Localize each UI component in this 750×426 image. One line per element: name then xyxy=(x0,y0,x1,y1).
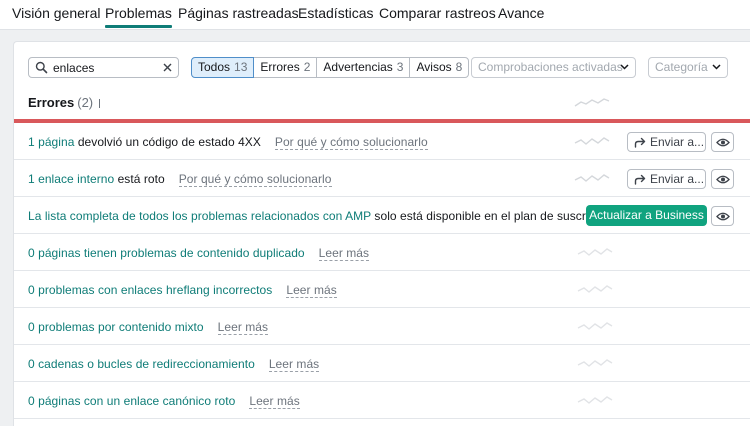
issue-text: 1 enlace interno está roto Por qué y cómo… xyxy=(28,172,332,187)
filter-count: 13 xyxy=(234,60,248,74)
issue-row: 0 cadenas o bucles de redireccionamiento… xyxy=(14,345,750,382)
issue-description: está roto xyxy=(114,172,165,186)
category-dropdown[interactable]: Categoría xyxy=(648,57,728,78)
share-arrow-icon xyxy=(634,174,646,185)
section-title: Errores xyxy=(28,95,75,110)
issue-description: devolvió un código de estado 4XX xyxy=(74,135,261,149)
issue-text: La lista completa de todos los problemas… xyxy=(28,209,614,223)
read-more-link[interactable]: Leer más xyxy=(217,320,269,335)
trend-sparkline-icon xyxy=(577,285,613,293)
issue-text: 1 página devolvió un código de estado 4X… xyxy=(28,135,428,150)
chevron-down-icon xyxy=(620,64,629,70)
eye-icon xyxy=(716,138,730,147)
issue-link[interactable]: 1 página xyxy=(28,135,74,149)
read-more-link[interactable]: Leer más xyxy=(286,283,337,298)
search-icon xyxy=(35,61,48,74)
why-link[interactable]: Por qué y cómo solucionarlo xyxy=(178,172,332,187)
filter-errores[interactable]: Errores 2 xyxy=(253,57,318,78)
issues-panel: Todos13 Errores2 Advertencias3 Avisos8 C… xyxy=(13,41,750,426)
send-label: Enviar a... xyxy=(650,135,705,149)
issue-link[interactable]: La lista completa de todos los problemas… xyxy=(28,209,371,223)
send-to-button[interactable]: Enviar a... xyxy=(627,132,706,152)
search-box xyxy=(28,57,179,78)
trend-sparkline-icon xyxy=(577,322,613,330)
send-label: Enviar a... xyxy=(650,172,705,186)
trend-sparkline-icon xyxy=(574,98,610,107)
view-button[interactable] xyxy=(711,169,734,189)
trend-sparkline-icon xyxy=(577,359,613,367)
issue-text: 0 páginas con un enlace canónico roto Lee… xyxy=(28,394,300,409)
tab-estadisticas[interactable]: Estadísticas xyxy=(298,5,373,21)
tab-comparar-rastreos[interactable]: Comparar rastreos xyxy=(379,5,496,21)
issue-link[interactable]: 1 enlace interno xyxy=(28,172,114,186)
send-to-button[interactable]: Enviar a... xyxy=(627,169,706,189)
tab-vision-general[interactable]: Visión general xyxy=(12,5,100,21)
share-arrow-icon xyxy=(634,137,646,148)
issue-text: 0 páginas tienen problemas de contenido … xyxy=(28,246,370,261)
issue-row: 0 páginas tienen problemas de contenido … xyxy=(14,234,750,271)
issue-description: solo está disponible en el plan de suscr… xyxy=(371,209,615,223)
issue-row: 0 problemas por contenido mixto Leer más xyxy=(14,308,750,345)
trend-sparkline-icon xyxy=(577,396,613,404)
issue-row: 1 página devolvió un código de estado 4X… xyxy=(14,123,750,160)
issue-row: 0 páginas con un enlace canónico roto Lee… xyxy=(14,382,750,419)
eye-icon xyxy=(716,212,730,221)
view-button[interactable] xyxy=(711,206,734,226)
eye-icon xyxy=(716,175,730,184)
read-more-link[interactable]: Leer más xyxy=(318,246,370,261)
issue-text: 0 cadenas o bucles de redireccionamiento… xyxy=(28,357,320,372)
read-more-link[interactable]: Leer más xyxy=(249,394,300,409)
filter-label: Advertencias xyxy=(323,60,393,74)
checks-placeholder: Comprobaciones activadas xyxy=(478,60,623,74)
tab-problemas[interactable]: Problemas xyxy=(105,5,172,28)
section-header: Errores (2) xyxy=(28,95,102,110)
section-count: (2) xyxy=(77,95,94,110)
filter-count: 3 xyxy=(396,60,404,74)
read-more-link[interactable]: Leer más xyxy=(268,357,320,372)
filter-count: 8 xyxy=(455,60,463,74)
checks-dropdown[interactable]: Comprobaciones activadas xyxy=(471,57,636,78)
issue-link[interactable]: 0 cadenas o bucles de redireccionamiento xyxy=(28,357,255,371)
filter-advertencias[interactable]: Advertencias 3 xyxy=(316,57,411,78)
info-icon[interactable] xyxy=(99,99,102,108)
trend-sparkline-icon xyxy=(574,174,610,182)
trend-sparkline-icon xyxy=(577,248,613,256)
issue-row: 0 problemas con enlaces hreflang incorre… xyxy=(14,271,750,308)
issue-link[interactable]: 0 páginas tienen problemas de contenido … xyxy=(28,246,305,260)
issue-row: La lista completa de todos los problemas… xyxy=(14,197,750,234)
filter-avisos[interactable]: Avisos 8 xyxy=(409,57,470,78)
filter-label: Errores xyxy=(260,60,300,74)
chevron-down-icon xyxy=(712,64,721,70)
filter-label: Todos xyxy=(198,60,231,74)
issue-link[interactable]: 0 problemas con enlaces hreflang incorre… xyxy=(28,283,272,297)
category-placeholder: Categoría xyxy=(655,60,708,74)
issue-link[interactable]: 0 problemas por contenido mixto xyxy=(28,320,204,334)
upgrade-business-button[interactable]: Actualizar a Business xyxy=(586,205,707,226)
issue-text: 0 problemas con enlaces hreflang incorre… xyxy=(28,283,337,298)
why-link[interactable]: Por qué y cómo solucionarlo xyxy=(274,135,428,150)
view-button[interactable] xyxy=(711,132,734,152)
search-input[interactable] xyxy=(53,60,158,75)
issue-row: 1 enlace interno está roto Por qué y cómo… xyxy=(14,160,750,197)
filter-count: 2 xyxy=(303,60,311,74)
severity-filter: Todos 13 Errores 2 Advertencias 3 Avisos 8 xyxy=(191,57,470,78)
trend-sparkline-icon xyxy=(574,137,610,145)
filter-label: Avisos xyxy=(416,60,452,74)
issue-link[interactable]: 0 páginas con un enlace canónico roto xyxy=(28,394,235,408)
tab-paginas-rastreadas[interactable]: Páginas rastreadas xyxy=(178,5,299,21)
close-icon[interactable] xyxy=(160,60,175,75)
filter-todos[interactable]: Todos 13 xyxy=(191,57,255,78)
issue-text: 0 problemas por contenido mixto Leer más xyxy=(28,320,269,335)
top-navigation: Visión general Problemas Páginas rastrea… xyxy=(0,0,750,30)
tab-avance[interactable]: Avance xyxy=(498,5,544,21)
